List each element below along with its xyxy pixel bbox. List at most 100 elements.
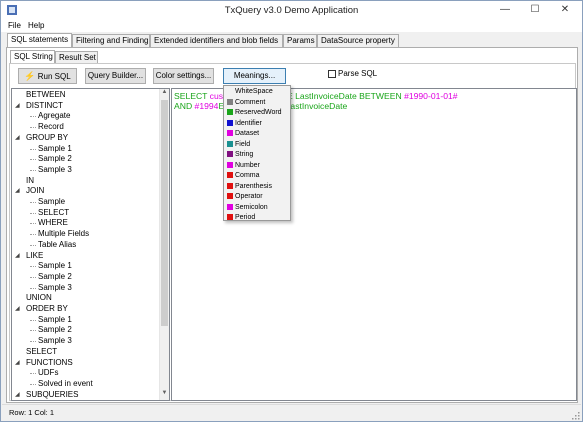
- meaning-menu-item[interactable]: String: [227, 150, 253, 161]
- tree-node[interactable]: Sample 1: [38, 144, 72, 155]
- tab-sql-string[interactable]: SQL String: [10, 50, 55, 64]
- tree-node[interactable]: Sample 3: [38, 336, 72, 347]
- tree-node[interactable]: SELECT: [26, 347, 57, 358]
- tree-node[interactable]: Sample 3: [38, 165, 72, 176]
- title-bar[interactable]: TxQuery v3.0 Demo Application — ☐ ✕: [1, 1, 582, 19]
- tree-connector: [30, 266, 36, 268]
- tree-node[interactable]: FUNCTIONS: [26, 358, 73, 369]
- tree-connector: [30, 202, 36, 203]
- resize-grip-icon[interactable]: [571, 411, 580, 420]
- meaning-label: Parenthesis: [235, 182, 272, 190]
- tree-expander-icon[interactable]: ◢: [15, 390, 20, 400]
- meaning-label: Number: [235, 161, 260, 169]
- tree-expander-icon[interactable]: ◢: [15, 304, 20, 315]
- sql-token: cus: [209, 91, 224, 101]
- tree-expander-icon[interactable]: ◢: [15, 101, 20, 112]
- tree-connector: [30, 223, 36, 225]
- tree-node[interactable]: Sample: [38, 197, 65, 208]
- tree-expander-icon[interactable]: ◢: [15, 358, 20, 369]
- tree-connector: [30, 148, 36, 150]
- tab-params[interactable]: Params: [283, 34, 317, 47]
- meaning-menu-item[interactable]: Comment: [227, 98, 265, 109]
- samples-tree[interactable]: BETWEEN ◢ DISTINCT Agregate Record ◢ GROUP BY S…: [11, 88, 170, 401]
- meaning-label: Field: [235, 140, 251, 148]
- tree-node[interactable]: Record: [38, 122, 64, 133]
- tree-scrollbar[interactable]: ▲ ▼: [159, 89, 169, 400]
- color-swatch-icon: [227, 161, 233, 168]
- menu-file[interactable]: File: [5, 20, 24, 31]
- sql-token: AND: [174, 101, 195, 111]
- maximize-button[interactable]: ☐: [524, 1, 546, 19]
- sql-line: SELECT cuscustomer WHERE LastInvoiceDate…: [174, 91, 458, 101]
- tab-sql-statements[interactable]: SQL statements: [7, 33, 72, 47]
- tree-expander-icon[interactable]: ◢: [15, 133, 20, 144]
- tab-extended-identifiers[interactable]: Extended identifiers and blob fields: [150, 34, 283, 47]
- tree-connector: [30, 341, 36, 343]
- color-swatch-icon: [227, 119, 233, 126]
- tree-node[interactable]: IN: [26, 176, 34, 187]
- meaning-menu-item[interactable]: Field: [227, 140, 250, 151]
- meanings-popup-menu: WhiteSpace Comment ReservedWord Identifier D…: [223, 85, 291, 221]
- parse-sql-checkbox[interactable]: [328, 70, 336, 78]
- tree-node[interactable]: Sample 3: [38, 283, 72, 294]
- meaning-menu-item[interactable]: Operator: [227, 192, 263, 203]
- tree-node[interactable]: UNION: [26, 293, 52, 304]
- tree-expander-icon[interactable]: ◢: [15, 186, 20, 197]
- tree-connector: [30, 127, 36, 129]
- tree-node[interactable]: Sample 2: [38, 272, 72, 283]
- tab-datasource-property[interactable]: DataSource property: [317, 34, 399, 47]
- tree-connector: [30, 159, 36, 161]
- meaning-menu-item[interactable]: ReservedWord: [227, 108, 282, 119]
- tree-node[interactable]: Multiple Fields: [38, 229, 89, 240]
- sql-token: #1994: [194, 101, 219, 111]
- tree-connector: [30, 330, 36, 332]
- tree-node[interactable]: Sample 2: [38, 154, 72, 165]
- meaning-label: ReservedWord: [235, 109, 282, 116]
- tree-node[interactable]: GROUP BY: [26, 133, 68, 144]
- meaning-menu-item[interactable]: WhiteSpace: [227, 87, 273, 98]
- tree-node[interactable]: DISTINCT: [26, 101, 63, 112]
- meaning-menu-item[interactable]: Period: [227, 213, 255, 224]
- color-swatch-icon: [227, 203, 233, 210]
- meaning-menu-item[interactable]: Dataset: [227, 129, 259, 140]
- tree-node[interactable]: SELECT: [38, 208, 69, 219]
- app-window: TxQuery v3.0 Demo Application — ☐ ✕ File…: [0, 0, 583, 422]
- scrollbar-thumb[interactable]: [161, 100, 168, 326]
- query-builder-button[interactable]: Query Builder...: [85, 68, 146, 84]
- tree-node[interactable]: Solved in event: [38, 379, 93, 390]
- tree-node[interactable]: UDFs: [38, 368, 58, 379]
- tree-node[interactable]: Table Alias: [38, 240, 76, 251]
- tree-node[interactable]: Sample 1: [38, 315, 72, 326]
- color-swatch-icon: [227, 88, 233, 95]
- tree-node[interactable]: ORDER BY: [26, 304, 68, 315]
- meaning-menu-item[interactable]: Semicolon: [227, 203, 268, 214]
- meaning-menu-item[interactable]: Parenthesis: [227, 182, 272, 193]
- color-swatch-icon: [227, 140, 233, 147]
- meanings-button[interactable]: Meanings...: [223, 68, 286, 84]
- tree-node[interactable]: WHERE: [38, 218, 68, 229]
- color-swatch-icon: [227, 130, 233, 137]
- tree-node[interactable]: Sample 2: [38, 325, 72, 336]
- meaning-menu-item[interactable]: Comma: [227, 171, 260, 182]
- tree-node[interactable]: LIKE: [26, 251, 43, 262]
- color-swatch-icon: [227, 182, 233, 189]
- meaning-menu-item[interactable]: Number: [227, 161, 260, 172]
- color-settings-button[interactable]: Color settings...: [153, 68, 214, 84]
- close-button[interactable]: ✕: [554, 1, 576, 19]
- run-sql-button[interactable]: ⚡ Run SQL: [18, 68, 77, 84]
- tree-node[interactable]: JOIN: [26, 186, 44, 197]
- tree-expander-icon[interactable]: ◢: [15, 251, 20, 262]
- menu-help[interactable]: Help: [25, 20, 47, 31]
- tree-connector: [30, 169, 36, 171]
- tree-node[interactable]: Agregate: [38, 111, 70, 122]
- meaning-menu-item[interactable]: Identifier: [227, 119, 262, 130]
- minimize-button[interactable]: —: [494, 1, 516, 19]
- tree-node[interactable]: Sample 1: [38, 261, 72, 272]
- color-swatch-icon: [227, 98, 233, 105]
- scroll-down-icon[interactable]: ▼: [160, 390, 169, 400]
- scroll-up-icon[interactable]: ▲: [160, 89, 169, 99]
- tab-filtering-finding[interactable]: Filtering and Finding: [72, 34, 150, 47]
- tree-node[interactable]: BETWEEN: [26, 90, 66, 101]
- tree-connector: [30, 383, 36, 385]
- tree-node[interactable]: SUBQUERIES: [26, 390, 78, 400]
